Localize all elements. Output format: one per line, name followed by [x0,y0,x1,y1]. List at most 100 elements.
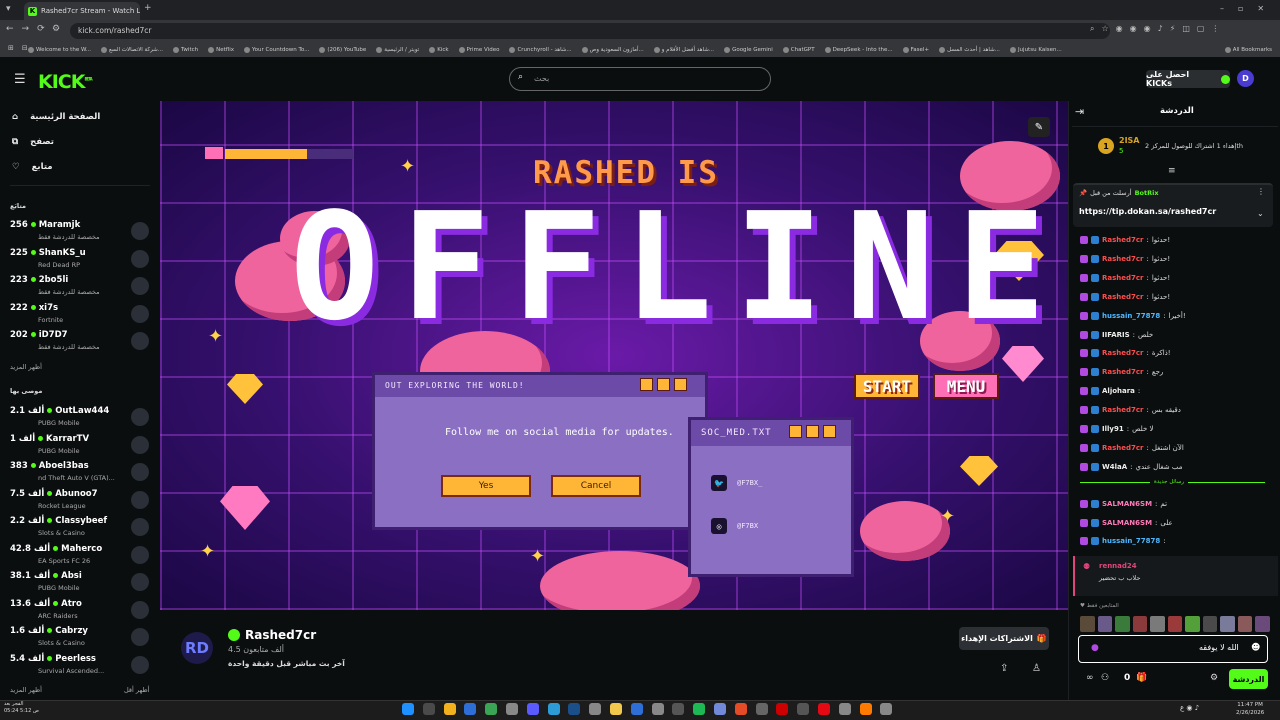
chat-username[interactable]: Rashed7cr [1102,255,1144,263]
taskbar-app-icon[interactable] [464,703,477,715]
prayer-widget[interactable]: الفجر بعد ص 5:12 05:24 [4,701,39,715]
chat-message[interactable]: SALMAN6SM: على [1080,518,1173,527]
system-tray-icons[interactable]: ع ◉ ♪ [1180,704,1199,712]
taskbar-app-icon[interactable] [610,703,622,715]
user-avatar[interactable]: D [1237,70,1254,87]
taskbar-app-icon[interactable] [859,703,872,715]
emote-icon[interactable] [1202,616,1218,632]
show-more-link[interactable]: أظهر المزيد [10,363,42,371]
sidebar-item-following[interactable]: ♡ متابع [12,162,53,172]
taskbar-app-icon[interactable] [651,703,664,715]
sidebar-channel-item[interactable]: 7.5 ألف Abunoo7 Rocket League [10,488,150,514]
sidebar-item-browse[interactable]: ⧉ تصفح [12,137,54,147]
sidebar-channel-item[interactable]: 383 Aboel3bas nd Theft Auto V (GTA)... [10,460,150,486]
bookmark-item[interactable]: أمازون السعودية وص... [581,46,644,53]
chat-username[interactable]: W4laA [1102,463,1127,471]
emote-icon[interactable] [1220,616,1235,632]
emote-icon[interactable] [1080,616,1095,632]
bookmark-item[interactable]: Your Countdown To... [244,46,309,53]
url-field[interactable]: kick.com/rashed7cr [70,23,1110,39]
bookmark-item[interactable]: All Bookmarks [1224,46,1272,53]
channel-avatar[interactable]: RD [181,632,213,664]
taskbar-app-icon[interactable] [818,703,830,715]
emote-icon[interactable] [1132,616,1148,632]
emote-icon[interactable] [1150,616,1165,632]
taskbar-app-icon[interactable] [714,703,726,715]
collapse-chat-icon[interactable]: ⇥ [1075,105,1084,118]
settings-gear-icon[interactable]: ⚙ [1210,673,1218,683]
taskbar-app-icon[interactable] [734,703,747,715]
bookmark-item[interactable]: (206) YouTube [319,46,366,53]
bookmark-item[interactable]: Fasel+ [902,46,929,53]
browser-tab[interactable]: K Rashed7cr Stream - Watch Live ✕ [24,2,140,20]
gift-subs-button[interactable]: الاشتراكات الإهداء 🎁 [959,627,1049,650]
chat-message[interactable]: Rashed7cr: حدثوا! [1080,273,1170,282]
sidebar-channel-item[interactable]: 13.6 ألف Atro ARC Raiders [10,598,150,624]
sidebar-item-home[interactable]: ⌂ الصفحة الرئيسية [12,112,100,122]
tab-menu-icon[interactable]: ▾ [6,4,11,14]
bookmark-item[interactable]: Jujutsu Kaisen... [1009,46,1062,53]
taskbar-app-icon[interactable] [568,703,581,715]
bookmark-item[interactable]: Netflix [208,46,234,53]
system-clock[interactable]: 11:47 PM 2/26/2026 [1236,701,1264,717]
bookmark-item[interactable]: Welcome to the W... [28,46,91,53]
gift-icon[interactable]: 🎁 [1136,673,1147,683]
sidebar-channel-item[interactable]: 256 Maramjk مخصصة للدردشة فقط [10,219,150,245]
chat-username[interactable]: Aljohara [1102,387,1135,395]
chat-message[interactable]: hussain_77878: أخيرا! [1080,311,1186,320]
chat-username[interactable]: Rashed7cr [1102,349,1144,357]
chat-message[interactable]: Aljohara: [1080,387,1143,396]
taskbar-app-icon[interactable] [880,703,893,715]
taskbar-app-icon[interactable] [422,703,435,715]
taskbar-app-icon[interactable] [755,703,768,715]
bookmark-item[interactable]: تويتر / الرئيسية [376,46,419,53]
taskbar-app-icon[interactable] [693,703,706,715]
chat-username[interactable]: hussain_77878 [1102,537,1160,545]
window-controls[interactable]: –▫✕ [1220,4,1278,13]
bookmark-item[interactable]: شاهد أفضل الأفلام و... [653,46,714,53]
taskbar-app-icon[interactable] [402,703,414,715]
chat-message[interactable]: Rashed7cr: رجع [1080,368,1163,377]
chat-message[interactable]: IIFARIS: خلص [1080,330,1153,339]
edit-icon[interactable]: ✎ [1028,117,1050,137]
extension-icons[interactable]: ⌕☆◉◉◉♪⚡◫▢⋮ [1090,24,1226,34]
get-kicks-button[interactable]: احصل على KICKs [1146,70,1230,88]
sidebar-channel-item[interactable]: 42.8 ألف Maherco EA Sports FC 26 [10,543,150,569]
hamburger-menu-icon[interactable]: ☰ [14,72,26,87]
taskbar-app-icon[interactable] [547,703,560,715]
chat-message[interactable]: Rashed7cr: حدثوا! [1080,292,1170,301]
chat-message[interactable]: Rashed7cr: حدثوا! [1080,236,1170,244]
more-options-icon[interactable]: ⋮ [1257,187,1265,196]
channel-name[interactable]: Rashed7cr [245,628,316,642]
chat-username[interactable]: Rashed7cr [1102,444,1144,452]
people-icon[interactable]: ⚇ [1101,673,1109,683]
chat-message[interactable]: Rashed7cr: الآن اشتغل [1080,443,1184,452]
chat-message[interactable]: hussain_77878: [1080,537,1169,545]
leader-name[interactable]: 2ISA [1119,136,1140,145]
bookmark-item[interactable]: شاهد | أحدث المسل... [939,46,1000,53]
sidebar-channel-item[interactable]: 202 iD7D7 مخصصة للدردشة فقط [10,329,150,355]
bookmark-item[interactable]: ChatGPT [782,46,815,53]
taskbar-app-icon[interactable] [526,703,539,715]
chat-message[interactable]: SALMAN6SM: تم [1080,500,1167,508]
chat-username[interactable]: SALMAN6SM [1102,519,1152,527]
sidebar-channel-item[interactable]: 1.6 ألف Cabrzy Slots & Casino [10,625,150,651]
sidebar-channel-item[interactable]: 2.1 ألف OutLaw444 PUBG Mobile [10,405,150,431]
emote-icon[interactable] [1237,616,1253,632]
emote-icon[interactable] [1115,616,1130,632]
chat-username[interactable]: Rashed7cr [1102,406,1144,414]
emote-icon[interactable] [1185,616,1200,632]
chat-username[interactable]: IIFARIS [1102,331,1130,339]
taskbar-app-icon[interactable] [443,703,456,715]
sidebar-channel-item[interactable]: 2.2 ألف Classybeef Slots & Casino [10,515,150,541]
bookmark-item[interactable]: DeepSeek - Into the... [824,46,893,53]
share-icon[interactable]: ⇪ [1000,663,1008,674]
bookmark-item[interactable]: Twitch [172,46,198,53]
chat-username[interactable]: Rashed7cr [1102,236,1144,244]
new-tab-icon[interactable]: + [144,3,152,13]
sidebar-channel-item[interactable]: 1 ألف KarrarTV PUBG Mobile [10,433,150,459]
video-player[interactable]: ✦ ✦ ✦ ✦ ✦ ✦ RASHED IS OFFLINE OUT EXPLOR… [160,101,1068,610]
bookmark-item[interactable]: شركة الاتصالات السع... [101,46,163,53]
chat-message[interactable]: W4laA: مب شغال عندي [1080,462,1182,471]
emote-icon[interactable] [1255,616,1271,632]
